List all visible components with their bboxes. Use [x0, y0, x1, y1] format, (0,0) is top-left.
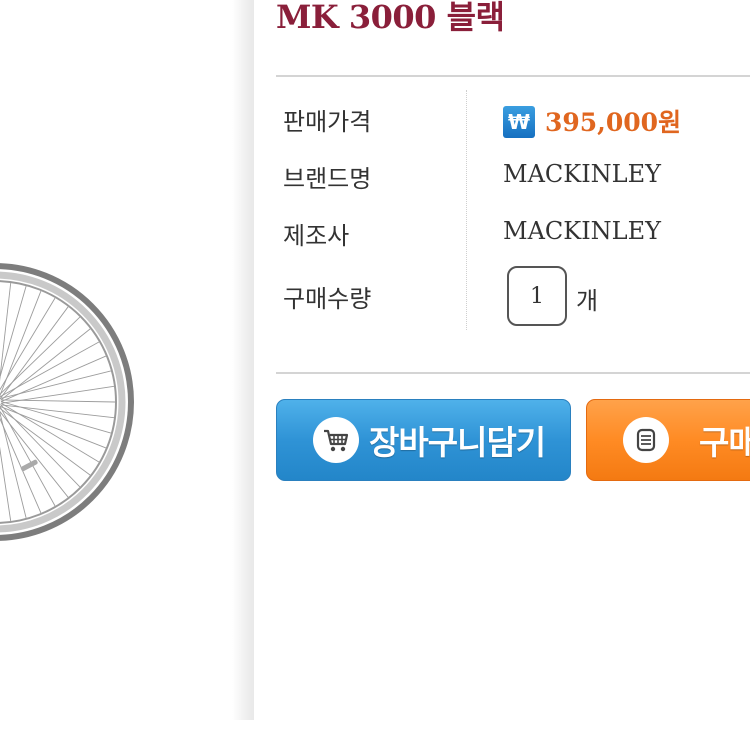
buy-now-label: 구매	[699, 423, 750, 462]
won-icon: ₩	[503, 106, 535, 138]
add-to-cart-button[interactable]: 장바구니담기	[276, 399, 571, 481]
maker-label: 제조사	[283, 222, 350, 250]
wheel-spokes	[0, 282, 116, 522]
quantity-unit: 개	[576, 287, 599, 315]
quantity-label: 구매수량	[283, 285, 372, 313]
panel-shadow	[232, 0, 254, 720]
buy-now-button[interactable]: 구매	[586, 399, 750, 481]
divider-top	[276, 75, 750, 77]
price-value: 395,000원	[545, 108, 682, 137]
brand-label: 브랜드명	[283, 165, 372, 193]
list-icon	[623, 417, 669, 463]
bicycle-wheel-image	[0, 263, 134, 541]
price-label: 판매가격	[283, 108, 372, 136]
divider-bottom	[276, 372, 750, 374]
maker-value: MACKINLEY	[503, 217, 661, 245]
column-separator	[466, 90, 467, 330]
product-image-panel	[0, 0, 250, 750]
add-to-cart-label: 장바구니담기	[369, 423, 546, 462]
cart-icon	[313, 417, 359, 463]
brand-value: MACKINLEY	[503, 160, 661, 188]
product-title: MK 3000 블랙	[276, 0, 505, 36]
quantity-input[interactable]	[507, 266, 567, 326]
